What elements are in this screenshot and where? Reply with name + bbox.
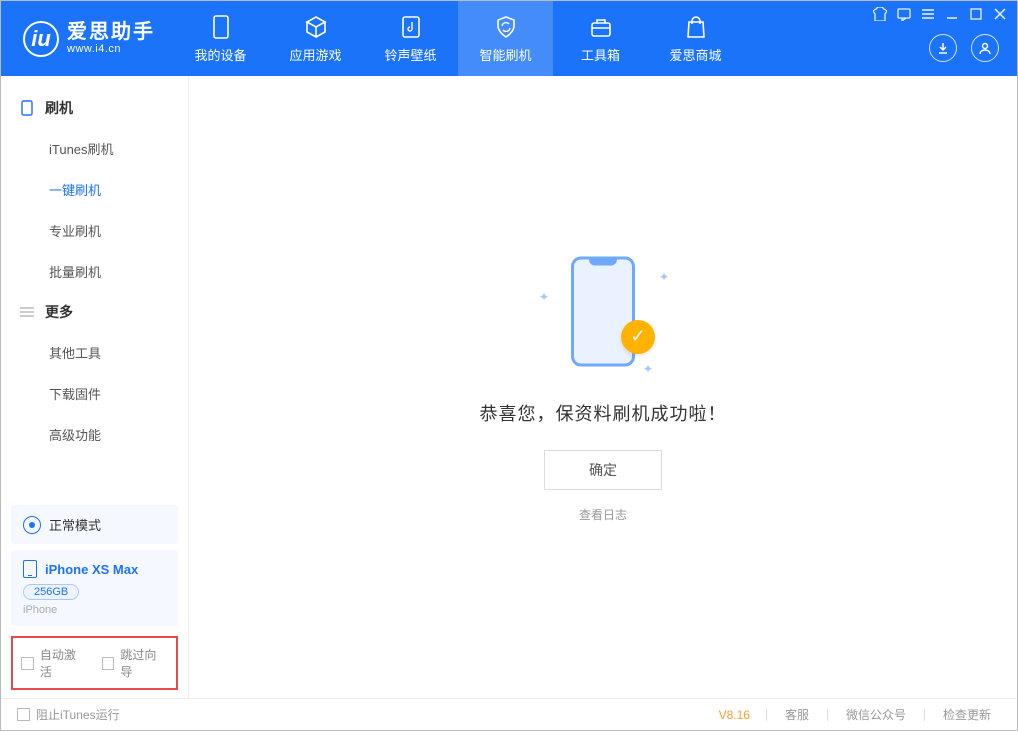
app-subtitle: www.i4.cn [67,43,155,55]
sidebar-item-pro-flash[interactable]: 专业刷机 [1,210,188,251]
phone-illustration-icon [571,256,635,366]
section-title: 刷机 [45,98,73,118]
ok-button[interactable]: 确定 [544,450,662,490]
section-more[interactable]: 更多 [1,292,188,332]
tab-store[interactable]: 爱思商城 [648,1,743,76]
shield-sync-icon [493,14,519,40]
device-mode-card[interactable]: 正常模式 [11,505,178,544]
list-icon [19,304,35,320]
sparkle-icon: ✦ [643,362,653,376]
checkbox-auto-activate[interactable]: 自动激活 [21,646,88,680]
checkbox-label: 自动激活 [40,646,88,680]
footer-link-support[interactable]: 客服 [775,706,819,723]
logo-icon: iu [23,21,59,57]
app-title: 爱思助手 [67,21,155,43]
checkbox-box-icon [17,708,30,721]
checkbox-block-itunes[interactable]: 阻止iTunes运行 [17,706,120,723]
sparkle-icon: ✦ [659,270,669,284]
device-icon [208,14,234,40]
phone-outline-icon [19,100,35,116]
header-actions [929,34,999,62]
version-label: V8.16 [719,708,750,722]
main-content: ✓ ✦ ✦ ✦ 恭喜您，保资料刷机成功啦！ 确定 查看日志 [189,76,1017,698]
tab-ringtones[interactable]: 铃声壁纸 [363,1,458,76]
view-log-link[interactable]: 查看日志 [579,506,627,523]
tab-label: 应用游戏 [289,45,341,64]
sparkle-icon: ✦ [539,290,549,304]
window-controls [873,7,1007,26]
nav-tabs: 我的设备 应用游戏 铃声壁纸 智能刷机 工具箱 爱思商城 [173,1,743,76]
cube-icon [303,14,329,40]
app-logo: iu 爱思助手 www.i4.cn [1,21,173,57]
download-button[interactable] [929,34,957,62]
footer-link-wechat[interactable]: 微信公众号 [836,706,916,723]
success-message: 恭喜您，保资料刷机成功啦！ [480,400,727,426]
checkbox-label: 阻止iTunes运行 [36,706,120,723]
checkbox-label: 跳过向导 [120,646,168,680]
maximize-button[interactable] [969,7,983,26]
tab-label: 铃声壁纸 [384,45,436,64]
tab-label: 工具箱 [581,45,620,64]
tab-my-device[interactable]: 我的设备 [173,1,268,76]
tab-toolbox[interactable]: 工具箱 [553,1,648,76]
menu-icon[interactable] [921,7,935,26]
success-illustration: ✓ ✦ ✦ ✦ [533,252,673,382]
checkbox-box-icon [102,657,115,670]
sidebar-item-other-tools[interactable]: 其他工具 [1,332,188,373]
storage-badge: 256GB [23,584,79,600]
tab-flash[interactable]: 智能刷机 [458,1,553,76]
sidebar: 刷机 iTunes刷机 一键刷机 专业刷机 批量刷机 更多 其他工具 下载固件 … [1,76,189,698]
tab-label: 智能刷机 [479,45,531,64]
checkbox-box-icon [21,657,34,670]
skin-icon[interactable] [873,7,887,26]
checkbox-skip-guide[interactable]: 跳过向导 [102,646,169,680]
device-mode-label: 正常模式 [49,515,101,534]
section-flash[interactable]: 刷机 [1,88,188,128]
sidebar-item-oneclick-flash[interactable]: 一键刷机 [1,169,188,210]
user-button[interactable] [971,34,999,62]
music-file-icon [398,14,424,40]
sidebar-item-download-firmware[interactable]: 下载固件 [1,373,188,414]
minimize-button[interactable] [945,7,959,26]
title-bar: iu 爱思助手 www.i4.cn 我的设备 应用游戏 铃声壁纸 智能刷机 工具… [1,1,1017,76]
sidebar-item-advanced[interactable]: 高级功能 [1,414,188,455]
tab-label: 爱思商城 [669,45,721,64]
tab-label: 我的设备 [194,45,246,64]
device-name: iPhone XS Max [45,562,138,577]
sidebar-item-batch-flash[interactable]: 批量刷机 [1,251,188,292]
device-card[interactable]: iPhone XS Max 256GB iPhone [11,550,178,626]
bag-icon [683,14,709,40]
tab-apps-games[interactable]: 应用游戏 [268,1,363,76]
feedback-icon[interactable] [897,7,911,26]
close-button[interactable] [993,7,1007,26]
check-circle-icon: ✓ [621,320,655,354]
footer-link-update[interactable]: 检查更新 [933,706,1001,723]
toolbox-icon [588,14,614,40]
section-title: 更多 [45,302,73,322]
divider [827,709,828,721]
divider [924,709,925,721]
phone-icon [23,560,37,578]
flash-options-row: 自动激活 跳过向导 [11,636,178,690]
sidebar-item-itunes-flash[interactable]: iTunes刷机 [1,128,188,169]
status-dot-icon [23,516,41,534]
device-type: iPhone [23,604,166,616]
status-bar: 阻止iTunes运行 V8.16 客服 微信公众号 检查更新 [1,698,1017,730]
divider [766,709,767,721]
